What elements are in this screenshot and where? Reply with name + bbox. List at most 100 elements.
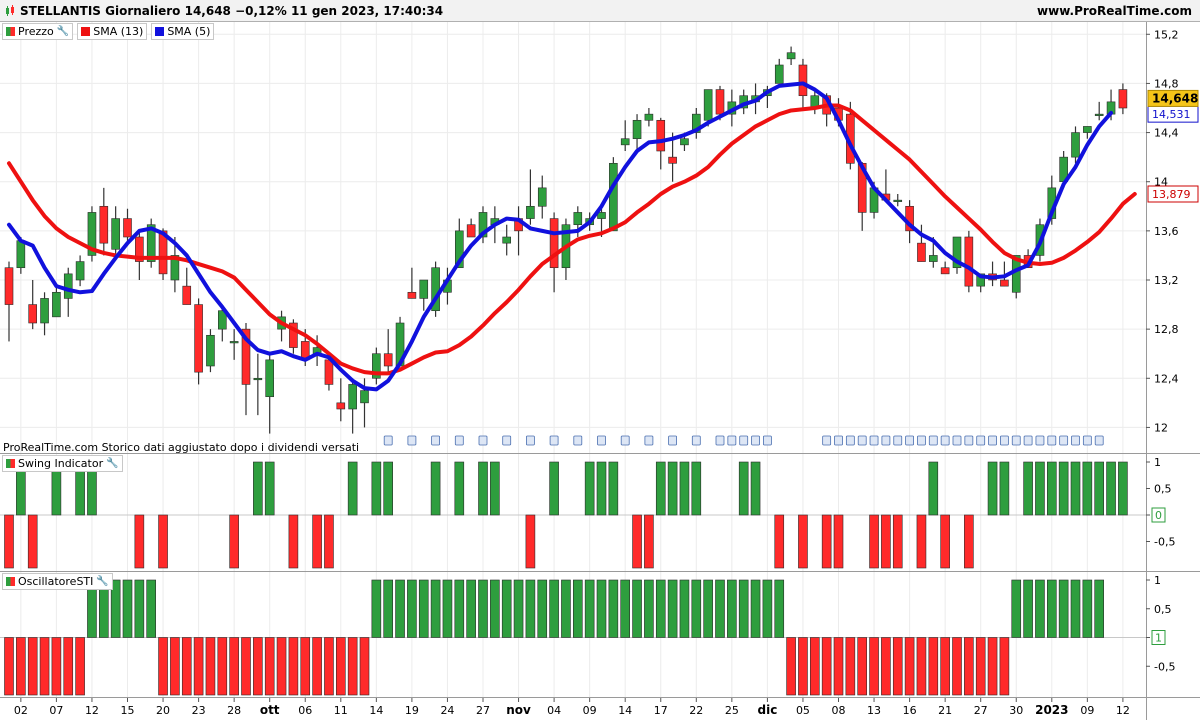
x-tick-label: 14: [369, 704, 383, 717]
legend-swing-label: Swing Indicator: [18, 457, 104, 470]
y-tick-label: 13,6: [1154, 225, 1179, 238]
candle-body: [52, 291, 61, 318]
event-marker-icon: [881, 435, 891, 446]
site-name: www.ProRealTime.com: [1037, 4, 1192, 18]
swing-bar: [253, 461, 263, 516]
x-tick-label: 14: [618, 704, 632, 717]
candle-body: [28, 304, 38, 324]
sti-bar: [430, 579, 441, 638]
candle-body: [893, 199, 903, 202]
swing-bar: [655, 461, 666, 516]
y-tick-label: -0,5: [1154, 536, 1175, 549]
swing-bar: [679, 461, 690, 516]
candle: [146, 218, 156, 268]
candle-body: [573, 212, 583, 226]
wrench-icon[interactable]: 🔧: [106, 458, 118, 469]
candle-body: [4, 267, 14, 305]
candle-body: [265, 359, 275, 398]
x-tick-label: 04: [547, 704, 561, 717]
event-marker-icon: [715, 435, 725, 446]
candle: [194, 298, 203, 385]
sti-bar: [703, 579, 713, 638]
wrench-icon[interactable]: 🔧: [96, 576, 108, 587]
x-tick-label: 2023: [1035, 703, 1068, 717]
sti-bar: [241, 637, 251, 696]
sti-bar: [217, 637, 228, 696]
swing-bar: [1058, 461, 1069, 516]
sti-swatch-icon: [6, 577, 15, 586]
event-marker-icon: [1000, 435, 1009, 446]
swing-bar: [371, 461, 382, 516]
candle-body: [609, 162, 618, 232]
swing-bar: [478, 461, 488, 516]
swing-bar: [1082, 461, 1093, 516]
swing-bar: [264, 461, 275, 516]
candle-body: [1071, 132, 1080, 158]
sti-bar: [857, 637, 868, 696]
sti-bar: [845, 637, 856, 696]
candle-body: [928, 255, 938, 262]
event-marker-icon: [751, 435, 760, 446]
sti-bar: [442, 579, 453, 638]
swing-bar: [1035, 461, 1045, 516]
y-tick-label: 1: [1154, 574, 1161, 587]
sti-bar: [264, 637, 275, 696]
event-marker-icon: [834, 435, 843, 446]
y-tick-label: 14,8: [1154, 77, 1179, 90]
legend-price[interactable]: Prezzo 🔧: [2, 23, 74, 40]
sti-bar: [999, 637, 1010, 696]
y-tick-label: 13,2: [1154, 274, 1179, 287]
candle-body: [917, 242, 926, 262]
y-tick-label: 12: [1154, 421, 1168, 434]
sti-bar: [347, 637, 358, 696]
sti-bar: [786, 637, 796, 696]
sti-bar: [1047, 579, 1057, 638]
candle-body: [383, 353, 393, 367]
x-tick-label: 21: [938, 704, 952, 717]
sti-bar: [881, 637, 891, 696]
x-tick-label: 24: [440, 704, 454, 717]
swing-bar: [916, 514, 927, 569]
candle-body: [1118, 89, 1128, 109]
x-tick-label: 09: [1080, 704, 1094, 717]
legend-sti[interactable]: OscillatoreSTI 🔧: [2, 573, 113, 590]
y-tick-label: 14,4: [1154, 127, 1179, 140]
event-marker-icon: [454, 435, 464, 446]
candle-body: [63, 273, 73, 299]
sma13-value-label: 13,879: [1152, 188, 1191, 201]
event-marker-icon: [739, 435, 749, 446]
sti-bar: [407, 579, 417, 638]
sti-bar: [975, 637, 986, 696]
sti-bar: [300, 637, 311, 696]
x-tick-label: nov: [506, 703, 531, 717]
legend-sma5[interactable]: SMA (5): [151, 23, 215, 40]
sti-bar: [561, 579, 571, 638]
x-tick-label: 13: [867, 704, 881, 717]
sti-bar: [892, 637, 903, 696]
swing-bar: [288, 514, 299, 569]
sti-bar: [122, 579, 133, 638]
event-marker-icon: [383, 435, 393, 446]
swing-bar: [454, 461, 465, 516]
swing-bar: [229, 514, 239, 569]
candle-body: [40, 298, 49, 324]
sti-bar: [335, 637, 346, 696]
swing-bar: [596, 461, 607, 516]
event-marker-icon: [691, 435, 701, 446]
candle-body: [466, 224, 476, 238]
legend-swing[interactable]: Swing Indicator 🔧: [2, 455, 123, 472]
sti-bar: [63, 637, 74, 696]
sti-bar: [964, 637, 974, 696]
sti-bar: [809, 637, 820, 696]
legend-sma13[interactable]: SMA (13): [77, 23, 148, 40]
candle-body: [656, 119, 666, 152]
sti-bar: [501, 579, 512, 638]
swing-bar: [821, 514, 832, 569]
sti-bar: [644, 579, 654, 638]
last-price-label: 14,648: [1152, 91, 1198, 105]
wrench-icon[interactable]: 🔧: [57, 26, 69, 37]
sti-bar: [1094, 579, 1104, 638]
candle-body: [229, 341, 239, 344]
swing-swatch-icon: [6, 459, 15, 468]
swing-bar: [644, 514, 654, 569]
